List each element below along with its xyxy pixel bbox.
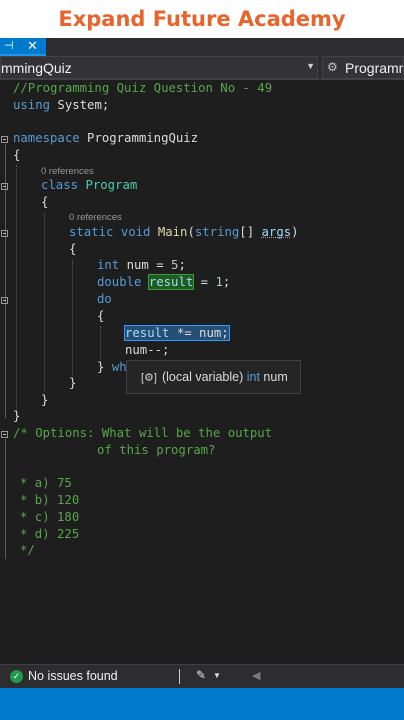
collapse-do-icon[interactable] <box>1 297 8 304</box>
code-line: { <box>69 242 77 256</box>
code-line: /* Options: What will be the output <box>13 426 273 440</box>
code-line: result *= num; <box>124 325 230 342</box>
project-scope-label: mmingQuiz <box>1 60 72 76</box>
code-line: of this program? <box>97 443 216 457</box>
collapse-comment-icon[interactable] <box>1 431 8 438</box>
code-line: static void Main(string[] args) <box>69 225 299 239</box>
banner-title: Expand Future Academy <box>58 7 346 31</box>
editor-status-bar: ✓ No issues found ✎ ▼ ◀ <box>0 664 404 688</box>
code-line: * b) 120 <box>20 493 80 507</box>
code-line: num--; <box>125 343 170 357</box>
codelens-references[interactable]: 0 references <box>69 212 122 223</box>
outline-line <box>5 439 6 559</box>
code-line: * d) 225 <box>20 527 80 541</box>
indent-guide <box>16 165 17 415</box>
type-scope-label: Programm <box>345 60 404 76</box>
type-scope-dropdown[interactable]: ⚙ Programm <box>322 56 404 79</box>
code-line: //Programming Quiz Question No - 49 <box>13 81 273 95</box>
app-status-bar <box>0 688 404 720</box>
banner: Expand Future Academy <box>0 0 404 38</box>
code-line: { <box>41 195 49 209</box>
code-line: { <box>13 148 21 162</box>
close-icon[interactable]: ✕ <box>27 38 38 54</box>
code-line: using System; <box>13 98 110 112</box>
document-tab[interactable]: ⊣ ✕ <box>0 38 46 56</box>
code-line: } <box>13 409 21 423</box>
code-line: do <box>97 292 112 306</box>
code-line: } <box>41 393 49 407</box>
code-line: } wh <box>97 360 127 374</box>
issues-status[interactable]: No issues found <box>28 669 118 683</box>
code-line: * a) 75 <box>20 476 72 490</box>
brush-icon[interactable]: ✎ <box>196 668 206 682</box>
document-tabstrip: ⊣ ✕ <box>0 38 404 56</box>
selected-text: result *= num; <box>124 325 230 341</box>
navigation-bar: mmingQuiz ▼ ⚙ Programm <box>0 56 404 80</box>
collapse-class-icon[interactable] <box>1 183 8 190</box>
indent-guide <box>72 260 73 380</box>
code-line: namespace ProgrammingQuiz <box>13 131 199 145</box>
code-line: int num = 5; <box>97 258 186 272</box>
highlighted-reference: result <box>147 274 195 290</box>
project-scope-dropdown[interactable]: mmingQuiz ▼ <box>0 56 318 79</box>
chevron-down-icon[interactable]: ▼ <box>213 671 221 680</box>
codelens-references[interactable]: 0 references <box>41 166 94 177</box>
code-editor[interactable]: //Programming Quiz Question No - 49 usin… <box>0 80 404 664</box>
local-variable-icon: [⚙] <box>141 371 157 384</box>
code-line: { <box>97 309 105 323</box>
code-line: */ <box>20 543 35 557</box>
collapse-namespace-icon[interactable] <box>1 136 8 143</box>
pin-icon[interactable]: ⊣ <box>4 39 14 52</box>
tooltip-text: (local variable) int num <box>161 370 288 384</box>
indent-guide <box>44 213 45 398</box>
quickinfo-tooltip: [⚙] (local variable) int num <box>126 360 301 394</box>
scroll-left-icon[interactable]: ◀ <box>252 669 260 682</box>
collapse-method-icon[interactable] <box>1 230 8 237</box>
code-line: * c) 180 <box>20 510 80 524</box>
code-line: } <box>69 376 77 390</box>
chevron-down-icon[interactable]: ▼ <box>306 61 315 71</box>
status-divider <box>179 669 180 684</box>
code-line: class Program <box>41 178 138 192</box>
class-icon: ⚙ <box>327 60 338 74</box>
check-circle-icon: ✓ <box>10 670 23 683</box>
code-line: double result = 1; <box>97 274 231 290</box>
